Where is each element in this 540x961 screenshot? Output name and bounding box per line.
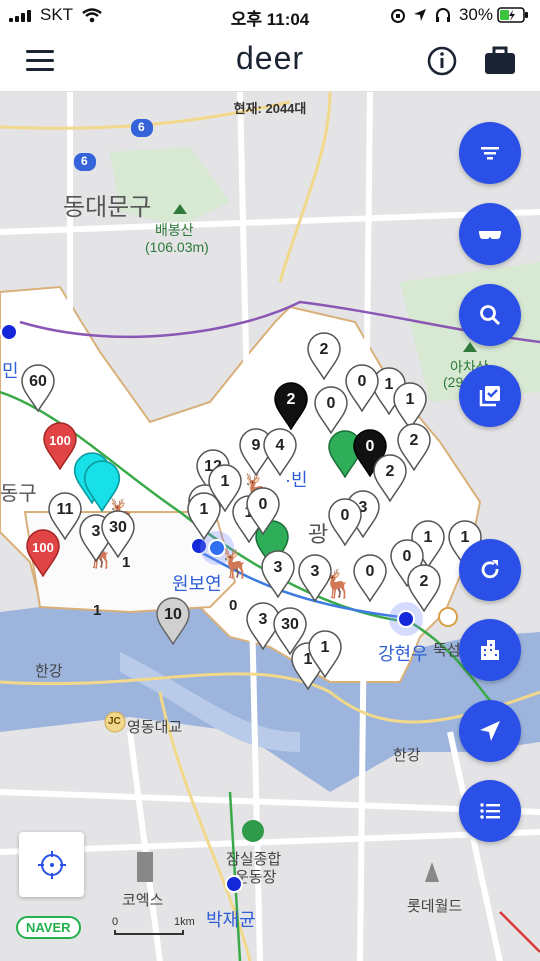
map-pin[interactable]: 0	[352, 554, 388, 602]
river-label-hangang: 한강	[35, 663, 63, 680]
filter-icon	[481, 147, 499, 160]
status-bar: SKT 오후 11:04 30%	[0, 0, 540, 30]
pin-count: 4	[275, 437, 285, 454]
building-button[interactable]	[459, 619, 521, 681]
route-6-label: 6	[138, 120, 145, 134]
battery-percent: 30%	[458, 5, 493, 24]
place-label-gwang: 광	[308, 522, 329, 547]
station-label-gangyeonwoo: 강현우	[378, 644, 428, 664]
map-pin[interactable]: 1	[207, 464, 243, 512]
checklist-button[interactable]	[459, 365, 521, 427]
station-label-min: 민	[2, 361, 19, 381]
app-root: SKT 오후 11:04 30% deer 현재: 2044대 6 6 동대문구…	[0, 0, 540, 961]
deer-count-label: 1	[93, 602, 102, 619]
place-label-ttukseom: 뚝섬	[433, 642, 461, 659]
pin-count: 0	[340, 507, 350, 524]
district-label-dongdaemun: 동대문구	[63, 194, 152, 221]
map-pin[interactable]: 60	[20, 364, 56, 412]
cyan-pin-icon[interactable]	[82, 460, 122, 512]
map-pin[interactable]: 2	[273, 382, 309, 430]
list-icon	[480, 803, 500, 819]
pin-count: 10	[164, 606, 182, 623]
deer-marker-icon[interactable]: 🦌	[218, 547, 253, 580]
jc-badge: JC	[108, 716, 121, 727]
headphones-icon	[436, 8, 450, 22]
scale-zero: 0	[112, 916, 119, 928]
map-pin[interactable]: 100	[42, 422, 78, 470]
pin-count: 1	[220, 473, 230, 490]
pin-count: 100	[49, 433, 71, 448]
navigate-button[interactable]	[459, 700, 521, 762]
map-pin[interactable]: 3	[260, 550, 296, 598]
deer-count-label: 1	[122, 554, 131, 571]
scale-bar	[114, 930, 184, 935]
crosshair-icon	[38, 851, 66, 879]
scale-unit: 1km	[174, 916, 195, 928]
refresh-icon	[481, 560, 499, 579]
map-pin[interactable]: 10	[155, 597, 191, 645]
pin-count: 3	[310, 563, 320, 580]
pin-count: 0	[365, 563, 375, 580]
locate-me-button[interactable]	[19, 832, 84, 897]
naver-logo: NAVER	[16, 916, 81, 939]
pin-count: 3	[273, 559, 283, 576]
map-pin[interactable]: 3	[297, 554, 333, 602]
map-pin[interactable]: 1	[307, 630, 343, 678]
info-icon[interactable]	[426, 45, 458, 77]
place-label-coex: 코엑스	[122, 892, 164, 909]
battery-icon	[497, 7, 528, 23]
pin-count: 2	[319, 341, 329, 358]
station-dot[interactable]	[397, 610, 415, 628]
place-label-lotteworld: 롯데월드	[407, 898, 463, 915]
pin-count: 0	[258, 496, 268, 513]
refresh-button[interactable]	[459, 539, 521, 601]
list-button[interactable]	[459, 780, 521, 842]
river-label-hangang: 한강	[393, 747, 421, 764]
place-label-yeongdong-bridge: 영동대교	[127, 719, 183, 736]
glasses-icon	[479, 231, 501, 240]
place-label-baebongsan: 배봉산	[155, 222, 194, 238]
map-pin[interactable]: 4	[262, 428, 298, 476]
map-pin[interactable]: 2	[306, 332, 342, 380]
pin-count: 30	[109, 519, 127, 536]
app-title: deer	[235, 40, 305, 76]
location-arrow-icon	[414, 9, 426, 21]
map-view[interactable]: 현재: 2044대 6 6 동대문구 배봉산 (106.03m) 아차산 (29…	[0, 92, 540, 961]
current-count-label: 현재: 2044대	[233, 101, 307, 116]
map-pin[interactable]: 2	[396, 423, 432, 471]
pin-count: 60	[29, 373, 47, 390]
search-button[interactable]	[459, 284, 521, 346]
search-icon	[480, 305, 501, 326]
map-pin[interactable]: 2	[406, 564, 442, 612]
deer-count-label: 0	[229, 597, 238, 614]
navigate-icon	[480, 721, 500, 741]
pin-count: 2	[286, 391, 296, 408]
pin-count: 1	[405, 391, 415, 408]
pin-count: 100	[32, 540, 54, 555]
pin-count: 1	[320, 639, 330, 656]
district-label-jung: 동구	[0, 483, 37, 505]
station-dot[interactable]	[0, 323, 18, 341]
checklist-icon	[479, 386, 500, 407]
map-pin[interactable]: 0	[344, 364, 380, 412]
map-pin[interactable]: 0	[245, 487, 281, 535]
pin-count: 30	[281, 616, 299, 633]
map-pin[interactable]: 0	[327, 498, 363, 546]
station-dot[interactable]	[225, 875, 243, 893]
pin-count: 0	[357, 373, 367, 390]
map-pin[interactable]: 30	[100, 510, 136, 558]
briefcase-icon[interactable]	[483, 44, 517, 76]
map-scale: 0 1km	[112, 916, 202, 935]
building-icon	[481, 640, 499, 660]
station-label-wonbo: 원보연	[172, 574, 222, 594]
pin-count: 2	[409, 432, 419, 449]
filter-button[interactable]	[459, 122, 521, 184]
route-6-label: 6	[81, 154, 88, 168]
glasses-button[interactable]	[459, 203, 521, 265]
app-header: deer	[0, 30, 540, 92]
lock-rotation-icon	[391, 9, 405, 23]
place-label-baebongsan-height: (106.03m)	[145, 239, 209, 255]
pin-count: 2	[419, 573, 429, 590]
station-label-bakjaegyun: 박재균	[206, 910, 256, 930]
